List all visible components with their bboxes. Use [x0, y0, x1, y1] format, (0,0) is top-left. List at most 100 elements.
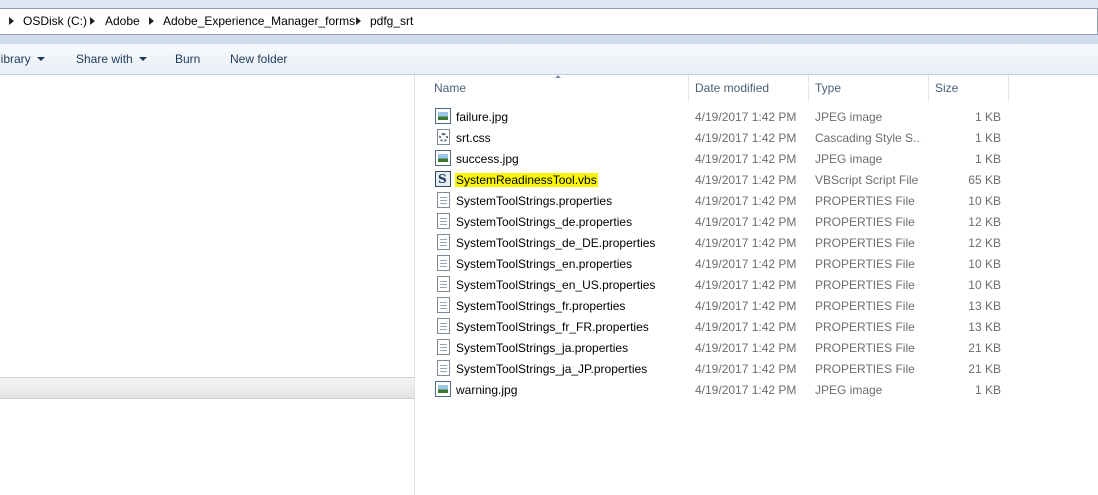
file-size: 12 KB [968, 215, 1001, 229]
column-header-date-modified[interactable]: Date modified [695, 81, 769, 95]
file-row[interactable]: SystemToolStrings_fr_FR.properties 4/19/2… [428, 316, 1008, 337]
file-date-modified: 4/19/2017 1:42 PM [695, 236, 797, 250]
column-divider[interactable] [1008, 75, 1009, 102]
file-type: PROPERTIES File [815, 215, 915, 229]
file-size: 21 KB [968, 362, 1001, 376]
share-with-button[interactable]: Share with [76, 52, 147, 66]
share-with-label: Share with [76, 52, 133, 66]
file-date-modified: 4/19/2017 1:42 PM [695, 215, 797, 229]
file-size: 10 KB [968, 278, 1001, 292]
file-name[interactable]: SystemToolStrings.properties [455, 194, 613, 208]
file-size: 13 KB [968, 299, 1001, 313]
breadcrumb-separator-icon[interactable] [90, 17, 95, 25]
breadcrumb-separator-icon[interactable] [9, 17, 14, 25]
image-file-icon [435, 381, 451, 397]
column-divider[interactable] [808, 75, 809, 102]
column-divider[interactable] [928, 75, 929, 102]
file-name[interactable]: SystemToolStrings_de_DE.properties [455, 236, 656, 250]
file-name[interactable]: success.jpg [455, 152, 520, 166]
file-row[interactable]: failure.jpg 4/19/2017 1:42 PM JPEG image 1 … [428, 106, 1008, 127]
navigation-pane-scrollbar[interactable] [0, 377, 414, 399]
breadcrumb-separator-icon[interactable] [149, 17, 154, 25]
file-type: PROPERTIES File [815, 236, 915, 250]
file-type: PROPERTIES File [815, 320, 915, 334]
file-size: 65 KB [968, 173, 1001, 187]
file-row[interactable]: SystemToolStrings_en_US.properties 4/19/2… [428, 274, 1008, 295]
burn-button[interactable]: Burn [175, 52, 200, 66]
file-name[interactable]: SystemToolStrings_en.properties [455, 257, 633, 271]
file-size: 10 KB [968, 194, 1001, 208]
file-name[interactable]: warning.jpg [455, 383, 518, 397]
file-type: PROPERTIES File [815, 257, 915, 271]
file-type: PROPERTIES File [815, 194, 915, 208]
file-name[interactable]: SystemToolStrings_fr.properties [455, 299, 626, 313]
file-date-modified: 4/19/2017 1:42 PM [695, 194, 797, 208]
file-row[interactable]: SystemToolStrings_de.properties 4/19/2017… [428, 211, 1008, 232]
chevron-down-icon [36, 57, 45, 61]
file-row[interactable]: srt.css 4/19/2017 1:42 PM Cascading Style … [428, 127, 1008, 148]
vbscript-file-icon [435, 171, 451, 187]
file-row[interactable]: SystemToolStrings_en.properties 4/19/2017… [428, 253, 1008, 274]
file-size: 13 KB [968, 320, 1001, 334]
file-size: 21 KB [968, 341, 1001, 355]
include-in-library-button[interactable]: library [0, 52, 45, 66]
file-row[interactable]: success.jpg 4/19/2017 1:42 PM JPEG image 1 … [428, 148, 1008, 169]
properties-file-icon [437, 318, 450, 334]
column-divider[interactable] [688, 75, 689, 102]
file-date-modified: 4/19/2017 1:42 PM [695, 173, 797, 187]
navigation-pane[interactable] [0, 75, 414, 495]
column-header-type[interactable]: Type [815, 81, 841, 95]
file-date-modified: 4/19/2017 1:42 PM [695, 110, 797, 124]
file-type: JPEG image [815, 383, 883, 397]
new-folder-button[interactable]: New folder [230, 52, 287, 66]
file-type: PROPERTIES File [815, 362, 915, 376]
breadcrumb-item-pdfg-srt[interactable]: pdfg_srt [370, 14, 413, 28]
file-size: 1 KB [974, 131, 1001, 145]
file-size: 1 KB [974, 152, 1001, 166]
file-name[interactable]: srt.css [455, 131, 492, 145]
column-header-name[interactable]: Name [434, 81, 466, 95]
file-name[interactable]: SystemToolStrings_en_US.properties [455, 278, 656, 292]
file-row[interactable]: SystemReadinessTool.vbs 4/19/2017 1:42 PM… [428, 169, 1008, 190]
breadcrumb-separator-icon[interactable] [356, 17, 361, 25]
breadcrumb-item-adobe[interactable]: Adobe [105, 14, 140, 28]
breadcrumb-item-osdisk[interactable]: OSDisk (C:) [23, 14, 87, 28]
breadcrumb[interactable]: OSDisk (C:) Adobe Adobe_Experience_Manag… [0, 8, 1098, 35]
image-file-icon [435, 108, 451, 124]
file-name[interactable]: SystemToolStrings_ja_JP.properties [455, 362, 648, 376]
file-date-modified: 4/19/2017 1:42 PM [695, 362, 797, 376]
properties-file-icon [437, 213, 450, 229]
address-bar: OSDisk (C:) Adobe Adobe_Experience_Manag… [0, 0, 1098, 44]
properties-file-icon [437, 255, 450, 271]
command-toolbar: library Share with Burn New folder [0, 44, 1098, 75]
column-header-size[interactable]: Size [935, 81, 958, 95]
file-name[interactable]: SystemToolStrings_de.properties [455, 215, 633, 229]
css-file-icon [437, 129, 450, 145]
file-date-modified: 4/19/2017 1:42 PM [695, 131, 797, 145]
file-row[interactable]: SystemToolStrings_ja.properties 4/19/2017… [428, 337, 1008, 358]
file-type: VBScript Script File [815, 173, 919, 187]
file-type: JPEG image [815, 110, 883, 124]
properties-file-icon [437, 276, 450, 292]
column-headers: Name Date modified Type Size [428, 75, 1098, 102]
file-row[interactable]: warning.jpg 4/19/2017 1:42 PM JPEG image 1 … [428, 379, 1008, 400]
file-size: 1 KB [974, 110, 1001, 124]
image-file-icon [435, 150, 451, 166]
file-date-modified: 4/19/2017 1:42 PM [695, 278, 797, 292]
file-row[interactable]: SystemToolStrings_fr.properties 4/19/2017… [428, 295, 1008, 316]
properties-file-icon [437, 297, 450, 313]
file-name[interactable]: failure.jpg [455, 110, 509, 124]
file-name[interactable]: SystemToolStrings_ja.properties [455, 341, 629, 355]
include-in-library-label: library [0, 52, 31, 66]
file-type: PROPERTIES File [815, 278, 915, 292]
properties-file-icon [437, 360, 450, 376]
file-name[interactable]: SystemReadinessTool.vbs [455, 173, 598, 187]
file-date-modified: 4/19/2017 1:42 PM [695, 341, 797, 355]
pane-splitter[interactable] [414, 75, 415, 495]
breadcrumb-item-aem-forms[interactable]: Adobe_Experience_Manager_forms [163, 14, 355, 28]
file-type: JPEG image [815, 152, 883, 166]
file-row[interactable]: SystemToolStrings.properties 4/19/2017 1:… [428, 190, 1008, 211]
file-row[interactable]: SystemToolStrings_de_DE.properties 4/19/2… [428, 232, 1008, 253]
file-row[interactable]: SystemToolStrings_ja_JP.properties 4/19/2… [428, 358, 1008, 379]
file-name[interactable]: SystemToolStrings_fr_FR.properties [455, 320, 650, 334]
